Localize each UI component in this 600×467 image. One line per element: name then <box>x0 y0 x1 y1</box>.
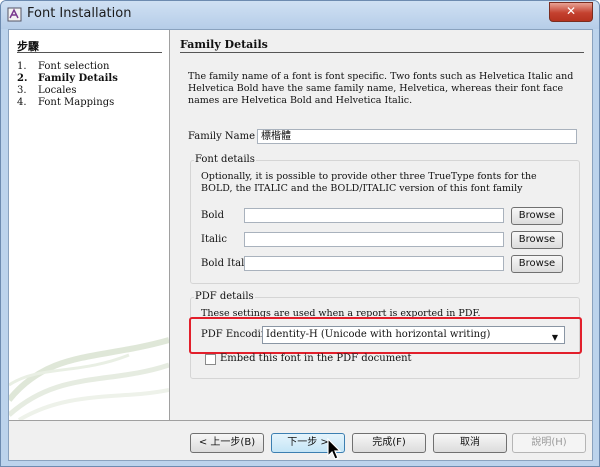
close-button[interactable]: ✕ <box>549 2 593 22</box>
cancel-button[interactable]: 取消 <box>433 433 507 453</box>
pdf-details-title: PDF details <box>194 291 255 302</box>
italic-font-input[interactable] <box>244 232 504 247</box>
pdf-encoding-value: Identity-H (Unicode with horizontal writ… <box>266 329 491 340</box>
font-details-description: Optionally, it is possible to provide ot… <box>201 171 537 194</box>
mouse-cursor-icon <box>327 438 342 460</box>
window-title: Font Installation <box>27 6 132 21</box>
step-number: 1. <box>17 61 27 72</box>
step-locales: 3. Locales <box>17 85 76 96</box>
step-font-selection: 1. Font selection <box>17 61 110 72</box>
bold-font-input[interactable] <box>244 208 504 223</box>
bold-label: Bold <box>201 210 224 221</box>
close-icon: ✕ <box>565 4 577 18</box>
bold-italic-browse-button[interactable]: Browse <box>511 255 563 273</box>
title-bar[interactable]: Font Installation ✕ <box>1 1 599 29</box>
section-description: The family name of a font is font specif… <box>188 71 574 106</box>
step-family-details: 2. Family Details <box>17 73 118 84</box>
step-label: Font selection <box>38 61 110 72</box>
help-button[interactable]: 說明(H) <box>512 433 586 453</box>
step-number: 3. <box>17 85 27 96</box>
wizard-body: 步驟 1. Font selection 2. Family Details 3. L… <box>8 29 593 461</box>
family-name-label: Family Name <box>188 131 256 142</box>
bold-browse-button[interactable]: Browse <box>511 207 563 225</box>
step-font-mappings: 4. Font Mappings <box>17 97 114 108</box>
footer-divider <box>9 420 592 421</box>
decorative-swirl-graphic <box>9 337 169 420</box>
embed-font-label: Embed this font in the PDF document <box>220 353 412 364</box>
step-number: 2. <box>17 73 28 84</box>
font-details-title: Font details <box>194 154 256 165</box>
family-name-input[interactable]: 標楷體 <box>257 129 577 144</box>
steps-panel: 步驟 1. Font selection 2. Family Details 3. L… <box>9 30 170 420</box>
back-button[interactable]: < 上一步(B) <box>190 433 264 453</box>
step-number: 4. <box>17 97 27 108</box>
italic-label: Italic <box>201 234 227 245</box>
step-label: Locales <box>38 85 77 96</box>
app-icon <box>7 7 22 22</box>
pdf-encoding-select[interactable]: Identity-H (Unicode with horizontal writ… <box>262 326 565 344</box>
embed-font-checkbox[interactable] <box>205 354 216 365</box>
section-divider <box>180 52 584 53</box>
bold-italic-font-input[interactable] <box>244 256 504 271</box>
italic-browse-button[interactable]: Browse <box>511 231 563 249</box>
chevron-down-icon[interactable]: ▼ <box>552 330 558 346</box>
content-panel: Family Details The family name of a font… <box>170 30 592 420</box>
steps-divider <box>17 52 162 53</box>
finish-button[interactable]: 完成(F) <box>352 433 426 453</box>
step-label: Family Details <box>38 73 118 84</box>
font-installation-window: Font Installation ✕ 步驟 1. Font selection … <box>0 0 600 467</box>
section-title: Family Details <box>180 38 268 51</box>
step-label: Font Mappings <box>38 97 115 108</box>
